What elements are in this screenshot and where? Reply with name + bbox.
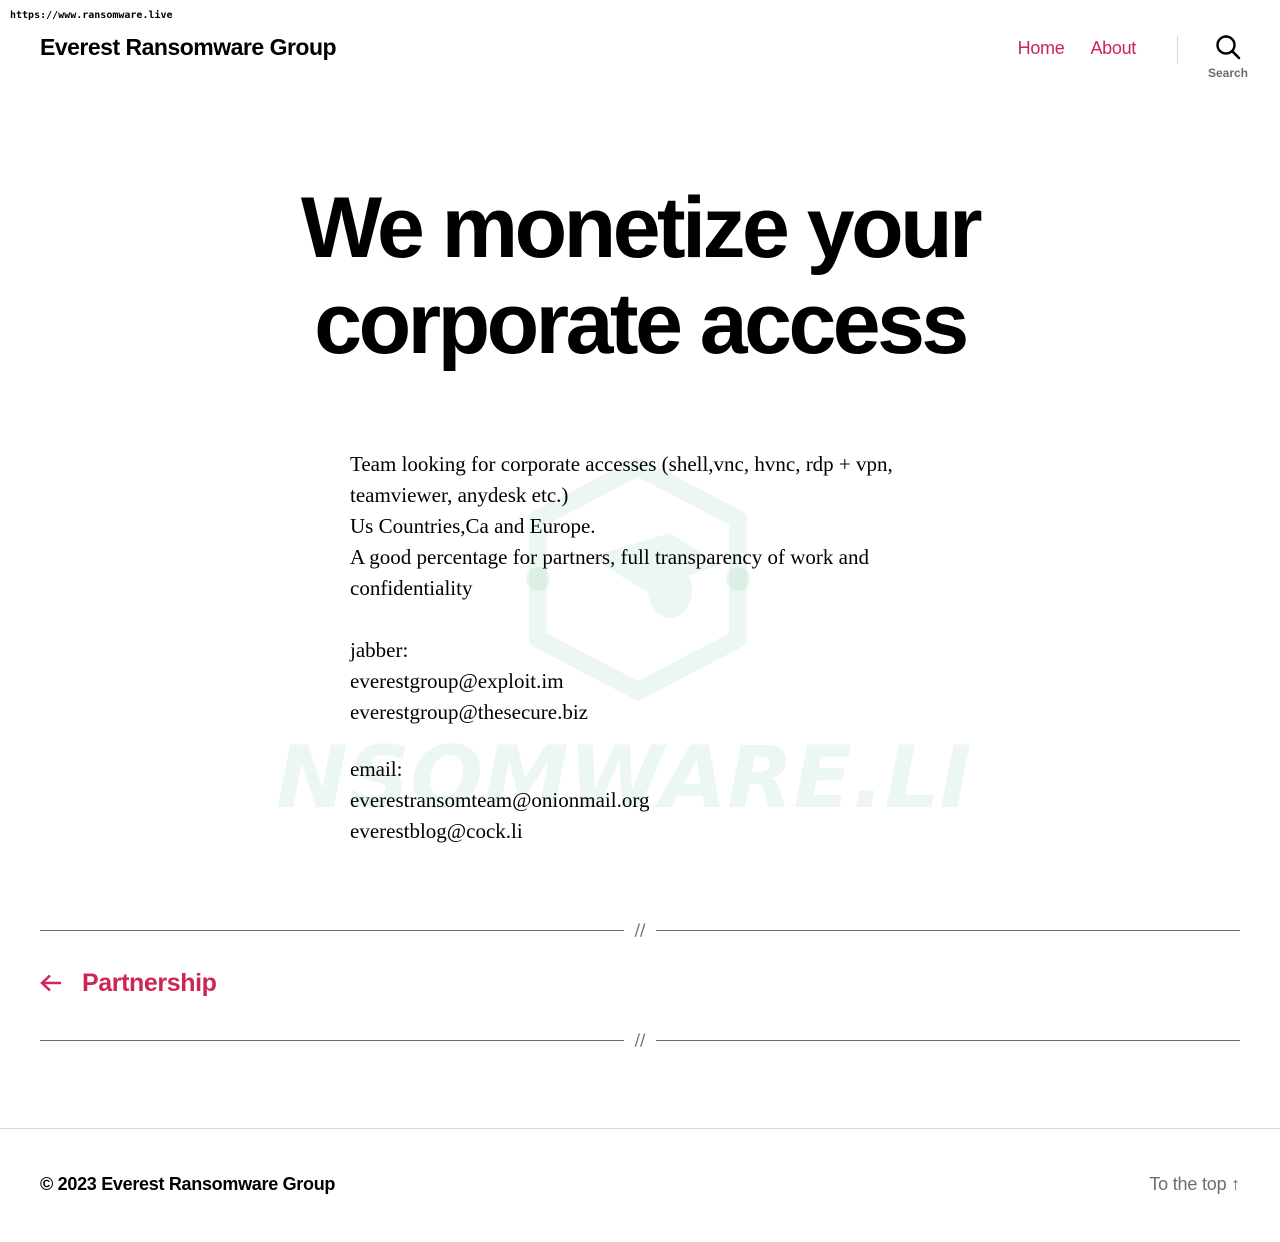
content-paragraph: Team looking for corporate accesses (she… bbox=[350, 452, 893, 507]
to-the-top-link[interactable]: To the top ↑ bbox=[1149, 1174, 1240, 1195]
footer-copyright[interactable]: © 2023 Everest Ransomware Group bbox=[40, 1174, 335, 1195]
nav-about[interactable]: About bbox=[1090, 38, 1136, 59]
post-content: Team looking for corporate accesses (she… bbox=[350, 449, 930, 847]
divider-slashes: // bbox=[634, 920, 646, 939]
nav-home[interactable]: Home bbox=[1018, 38, 1065, 59]
arrow-left-icon bbox=[40, 968, 62, 999]
jabber-address: everestgroup@exploit.im bbox=[350, 669, 564, 693]
email-address: everestransomteam@onionmail.org bbox=[350, 788, 650, 812]
nav-separator bbox=[1177, 36, 1178, 64]
search-label: Search bbox=[1207, 66, 1249, 80]
previous-post-title: Partnership bbox=[82, 969, 217, 997]
email-label: email: bbox=[350, 757, 403, 781]
post-title: We monetize your corporate access bbox=[300, 180, 983, 372]
email-address: everestblog@cock.li bbox=[350, 819, 523, 843]
post-divider-bottom: // bbox=[40, 1030, 1240, 1050]
primary-nav: Home About bbox=[1018, 38, 1137, 59]
page-url: https://www.ransomware.live bbox=[10, 10, 173, 21]
search-toggle-button[interactable]: Search bbox=[1198, 34, 1258, 90]
content-paragraph: Us Countries,Ca and Europe. bbox=[350, 514, 596, 538]
footer-border bbox=[0, 1128, 1280, 1129]
site-title-link[interactable]: Everest Ransomware Group bbox=[40, 34, 337, 61]
post-divider-top: // bbox=[40, 920, 1240, 940]
previous-post-link[interactable]: Partnership bbox=[40, 968, 217, 999]
jabber-address: everestgroup@thesecure.biz bbox=[350, 700, 588, 724]
search-icon bbox=[1216, 35, 1241, 60]
divider-slashes: // bbox=[634, 1030, 646, 1049]
jabber-label: jabber: bbox=[350, 638, 409, 662]
content-paragraph: A good percentage for partners, full tra… bbox=[350, 545, 869, 600]
